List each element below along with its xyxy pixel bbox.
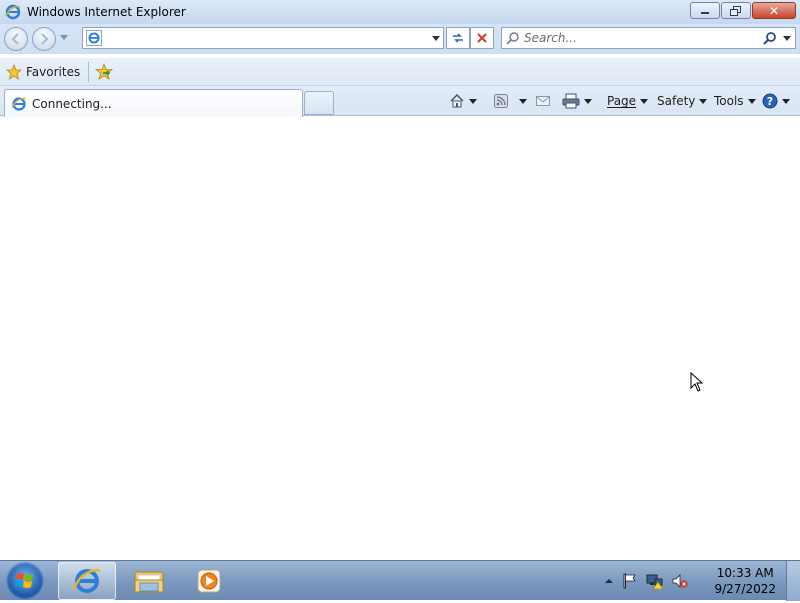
compatibility-refresh-button[interactable] <box>446 27 470 49</box>
printer-icon <box>562 93 580 109</box>
help-icon: ? <box>762 93 778 109</box>
favorites-bar: Favorites <box>0 58 800 86</box>
help-dropdown-icon <box>782 98 790 104</box>
home-icon <box>450 94 464 108</box>
print-dropdown-icon[interactable] <box>584 98 592 104</box>
tab-connecting[interactable]: Connecting... <box>4 89 303 117</box>
volume-muted-icon[interactable] <box>672 573 688 589</box>
tab-label: Connecting... <box>32 96 112 111</box>
rss-feed-icon <box>494 94 508 108</box>
tab-row: Connecting... Page Safety Tools ? <box>0 86 800 117</box>
navigation-bar <box>0 24 800 54</box>
search-options-dropdown[interactable] <box>783 36 791 41</box>
internet-explorer-icon <box>72 569 101 593</box>
minimize-button[interactable] <box>690 2 720 19</box>
forward-arrow-icon <box>41 33 49 45</box>
mail-icon <box>536 96 550 106</box>
page-menu-label: Page <box>607 94 637 108</box>
home-dropdown-icon[interactable] <box>469 98 477 104</box>
action-center-flag-icon[interactable] <box>622 573 638 589</box>
favorites-label: Favorites <box>26 65 81 79</box>
address-input[interactable] <box>105 30 425 46</box>
page-ie-icon <box>86 30 102 46</box>
system-tray <box>596 561 688 601</box>
page-dropdown-icon <box>640 98 649 104</box>
back-arrow-icon <box>11 33 19 45</box>
stop-button[interactable] <box>470 27 494 49</box>
safety-menu-label: Safety <box>657 94 696 108</box>
page-menu[interactable]: Page <box>607 92 649 110</box>
safety-dropdown-icon <box>699 98 708 104</box>
feeds-button[interactable] <box>494 92 508 110</box>
read-mail-button[interactable] <box>536 92 550 110</box>
ie-logo-icon <box>5 4 21 20</box>
new-tab-button[interactable] <box>304 91 334 115</box>
taskbar-internet-explorer[interactable] <box>58 562 116 600</box>
tools-dropdown-icon <box>747 98 756 104</box>
title-bar[interactable]: Windows Internet Explorer ✕ <box>0 0 800 24</box>
home-button[interactable] <box>449 92 477 110</box>
windows-logo-icon <box>15 573 33 588</box>
network-icon[interactable] <box>646 573 664 589</box>
restore-icon <box>730 5 741 16</box>
search-icon[interactable] <box>763 31 777 45</box>
feeds-dropdown[interactable] <box>515 92 527 110</box>
favorites-separator <box>88 62 89 82</box>
show-hidden-icons-icon[interactable] <box>604 576 614 586</box>
favorites-button[interactable]: Favorites <box>6 62 80 82</box>
back-button[interactable] <box>4 27 28 51</box>
print-button[interactable] <box>562 92 592 110</box>
window-title: Windows Internet Explorer <box>27 5 186 19</box>
refresh-arrows-icon <box>453 33 463 43</box>
tools-menu-label: Tools <box>714 94 744 108</box>
safety-menu[interactable]: Safety <box>657 92 708 110</box>
search-box[interactable] <box>501 27 796 49</box>
media-player-icon <box>197 569 221 593</box>
tools-menu[interactable]: Tools <box>714 92 756 110</box>
system-clock[interactable]: 10:33 AM 9/27/2022 <box>714 565 776 597</box>
close-button[interactable]: ✕ <box>752 2 796 19</box>
address-bar[interactable] <box>82 27 444 49</box>
page-content-area[interactable] <box>0 117 800 560</box>
favorites-star-icon <box>6 64 22 80</box>
taskbar-media-player[interactable] <box>180 562 238 600</box>
mouse-cursor-icon <box>690 372 704 392</box>
folder-icon <box>134 571 164 593</box>
clock-time: 10:33 AM <box>716 566 774 580</box>
restore-button[interactable] <box>721 2 751 19</box>
caption-buttons: ✕ <box>689 2 796 19</box>
stop-x-icon <box>477 33 487 43</box>
search-input[interactable] <box>524 30 754 46</box>
feeds-dropdown-icon <box>519 98 527 104</box>
help-button[interactable]: ? <box>762 92 790 110</box>
clock-date: 9/27/2022 <box>714 582 776 596</box>
show-desktop-button[interactable] <box>786 561 800 601</box>
start-button[interactable] <box>6 562 44 600</box>
taskbar: 10:33 AM 9/27/2022 <box>0 560 800 601</box>
forward-button[interactable] <box>32 27 56 51</box>
taskbar-windows-explorer[interactable] <box>120 562 178 600</box>
search-provider-icon <box>506 32 519 45</box>
address-dropdown[interactable] <box>432 36 440 41</box>
close-icon: ✕ <box>768 3 780 18</box>
minimize-icon <box>701 11 709 14</box>
recent-pages-dropdown[interactable] <box>60 35 68 40</box>
add-to-favorites-bar-icon[interactable] <box>95 63 113 81</box>
tab-ie-icon <box>11 96 27 111</box>
svg-text:?: ? <box>767 95 773 108</box>
